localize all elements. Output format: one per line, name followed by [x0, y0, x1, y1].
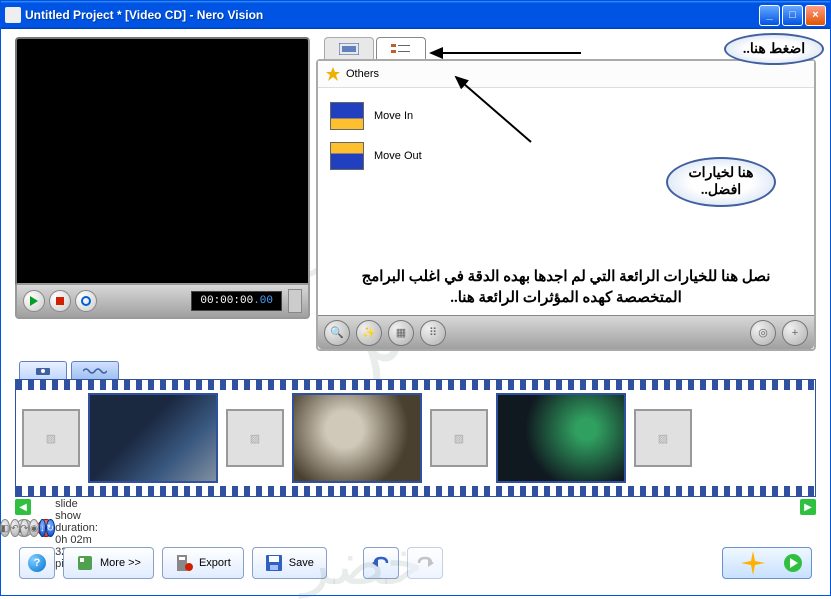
help-button[interactable]: ?	[19, 547, 55, 579]
wand-icon[interactable]: ✨	[356, 320, 382, 346]
app-icon	[5, 7, 21, 23]
effects-toolbar: 🔍 ✨ ▦ ⠿ ◎ +	[318, 315, 814, 349]
timeline-tab-audio[interactable]	[71, 361, 119, 379]
effects-tab-filmstrip[interactable]	[324, 37, 374, 59]
close-button[interactable]: ×	[805, 5, 826, 26]
annotation-bubble-middle: هنا لخيارات افضل..	[666, 157, 776, 207]
crop-icon[interactable]: ◧	[0, 519, 10, 537]
bottom-bar: ? More >> Export Save	[15, 547, 816, 583]
more-label: More >>	[100, 557, 141, 569]
timeline-scroll-left[interactable]: ◀	[15, 499, 31, 515]
disc-icon[interactable]: ◉	[29, 519, 39, 537]
timeline-thumbnail[interactable]	[496, 393, 626, 483]
add-icon[interactable]: +	[782, 320, 808, 346]
annotation-description: نصل هنا للخيارات الرائعة التي لم اجدها ب…	[318, 261, 814, 315]
annotation-bubble-top: اضغط هنا..	[724, 33, 824, 65]
effect-thumb-icon	[330, 142, 364, 170]
minimize-button[interactable]: _	[759, 5, 780, 26]
redo-icon	[416, 556, 434, 570]
options-icon[interactable]: ⠿	[420, 320, 446, 346]
timeline-strip[interactable]: ▨ ▨ ▨ ▨	[15, 379, 816, 497]
timeline-tab-camera[interactable]	[19, 361, 67, 379]
timeline-toolbar: 📷 ● ◧ ↶ ↷ ◉ ↓ ↻ Total slide show duratio…	[15, 519, 816, 537]
undo-button[interactable]	[363, 547, 399, 579]
export-button[interactable]: Export	[162, 547, 244, 579]
download-icon[interactable]: ↓	[39, 519, 46, 537]
timeline-thumbnail[interactable]	[292, 393, 422, 483]
transition-slot[interactable]: ▨	[226, 409, 284, 467]
export-icon	[175, 554, 193, 572]
loop-button[interactable]	[75, 290, 97, 312]
export-label: Export	[199, 557, 231, 569]
timeline-thumbnail[interactable]	[88, 393, 218, 483]
effects-category-label: Others	[346, 68, 379, 80]
rotate-cw-icon[interactable]: ↷	[20, 519, 30, 537]
effect-thumb-icon	[330, 102, 364, 130]
star-icon	[326, 67, 340, 81]
sparkle-icon	[741, 551, 765, 575]
transition-slot[interactable]: ▨	[22, 409, 80, 467]
timeline-section: ▨ ▨ ▨ ▨ ◀ ▶ 📷 ● ◧ ↶ ↷ ◉ ↓	[15, 361, 816, 583]
grid-icon[interactable]: ▦	[388, 320, 414, 346]
next-button[interactable]	[722, 547, 812, 579]
transition-slot[interactable]: ▨	[634, 409, 692, 467]
transition-slot[interactable]: ▨	[430, 409, 488, 467]
preview-panel: 00:00:00.00	[15, 37, 310, 351]
stop-button[interactable]	[49, 290, 71, 312]
more-icon	[76, 554, 94, 572]
app-window: Untitled Project * [Video CD] - Nero Vis…	[0, 0, 831, 596]
effects-panel: اضغط هنا.. Others هنا لخيارات افضل..	[316, 37, 816, 351]
effects-tab-list[interactable]	[376, 37, 426, 59]
maximize-button[interactable]: □	[782, 5, 803, 26]
undo-icon	[372, 556, 390, 570]
rotate-ccw-icon[interactable]: ↶	[10, 519, 20, 537]
effect-label: Move In	[374, 110, 413, 122]
titlebar: Untitled Project * [Video CD] - Nero Vis…	[1, 1, 830, 29]
play-button[interactable]	[23, 290, 45, 312]
preview-controls: 00:00:00.00	[15, 285, 310, 319]
search-icon[interactable]: 🔍	[324, 320, 350, 346]
effect-item-movein[interactable]: Move In	[326, 96, 806, 136]
help-icon: ?	[28, 554, 46, 572]
save-icon	[265, 554, 283, 572]
more-button[interactable]: More >>	[63, 547, 154, 579]
effects-category-header[interactable]: Others	[318, 61, 814, 88]
preview-display	[15, 37, 310, 285]
save-label: Save	[289, 557, 314, 569]
next-arrow-icon	[783, 553, 803, 573]
target-icon[interactable]: ◎	[750, 320, 776, 346]
timecode-spinner[interactable]	[288, 289, 302, 313]
window-title: Untitled Project * [Video CD] - Nero Vis…	[25, 8, 759, 22]
timeline-scroll-right[interactable]: ▶	[800, 499, 816, 515]
timecode-display: 00:00:00.00	[191, 291, 282, 311]
refresh-icon[interactable]: ↻	[46, 519, 56, 537]
effect-label: Move Out	[374, 150, 422, 162]
redo-button[interactable]	[407, 547, 443, 579]
save-button[interactable]: Save	[252, 547, 327, 579]
record-icon[interactable]: ● ◧ ↶ ↷ ◉ ↓ ↻ Total slide show duration:…	[37, 519, 55, 537]
